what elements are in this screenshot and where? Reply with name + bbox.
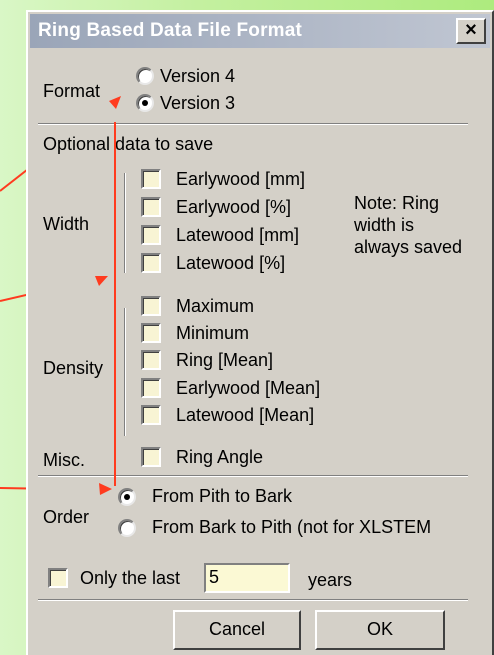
ok-button[interactable]: OK — [315, 610, 445, 650]
dialog-title: Ring Based Data File Format — [38, 20, 303, 41]
checkbox-earlywood-pct[interactable] — [141, 197, 161, 217]
latewood-mm-label[interactable]: Latewood [mm] — [176, 224, 299, 246]
radio-pith-to-bark[interactable] — [118, 488, 136, 506]
radio-version-3-label[interactable]: Version 3 — [160, 92, 235, 114]
earlywood-pct-label[interactable]: Earlywood [%] — [176, 196, 291, 218]
checkbox-maximum[interactable] — [141, 296, 161, 316]
checkbox-latewood-mm[interactable] — [141, 225, 161, 245]
checkbox-earlywood-mean[interactable] — [141, 378, 161, 398]
group-bracket — [124, 173, 126, 273]
density-label: Density — [43, 358, 104, 378]
order-label: Order — [43, 507, 90, 527]
maximum-label[interactable]: Maximum — [176, 295, 254, 317]
width-note-line3: always saved — [354, 237, 463, 257]
only-last-label[interactable]: Only the last — [80, 567, 180, 589]
misc-label: Misc. — [43, 450, 85, 470]
latewood-pct-label[interactable]: Latewood [%] — [176, 252, 285, 274]
separator — [38, 475, 468, 477]
title-bar[interactable]: Ring Based Data File Format × — [30, 14, 490, 48]
separator — [38, 123, 468, 125]
radio-version-4[interactable] — [136, 67, 154, 85]
radio-bark-to-pith-label[interactable]: From Bark to Pith (not for XLSTEM — [152, 516, 492, 538]
earlywood-mm-label[interactable]: Earlywood [mm] — [176, 168, 305, 190]
checkbox-only-last[interactable] — [48, 568, 68, 588]
width-note-line1: Note: Ring — [354, 193, 440, 213]
latewood-mean-label[interactable]: Latewood [Mean] — [176, 404, 314, 426]
radio-bark-to-pith[interactable] — [118, 519, 136, 537]
minimum-label[interactable]: Minimum — [176, 322, 249, 344]
radio-version-4-label[interactable]: Version 4 — [160, 65, 235, 87]
separator — [38, 599, 468, 601]
group-bracket — [124, 308, 126, 436]
format-label: Format — [43, 81, 101, 101]
checkbox-minimum[interactable] — [141, 323, 161, 343]
earlywood-mean-label[interactable]: Earlywood [Mean] — [176, 377, 344, 399]
checkbox-latewood-pct[interactable] — [141, 253, 161, 273]
ring-mean-label[interactable]: Ring [Mean] — [176, 349, 273, 371]
cancel-button[interactable]: Cancel — [173, 610, 301, 650]
radio-version-3[interactable] — [136, 94, 154, 112]
radio-pith-to-bark-label[interactable]: From Pith to Bark — [152, 485, 292, 507]
ring-angle-label[interactable]: Ring Angle — [176, 446, 263, 468]
close-icon: × — [465, 19, 477, 41]
ring-data-format-dialog: Ring Based Data File Format × Format Ver… — [26, 10, 494, 655]
optional-data-heading: Optional data to save — [43, 134, 214, 154]
checkbox-earlywood-mm[interactable] — [141, 169, 161, 189]
width-label: Width — [43, 214, 90, 234]
years-count-input[interactable]: 5 — [204, 563, 290, 593]
checkbox-ring-mean[interactable] — [141, 350, 161, 370]
width-note-line2: width is — [354, 215, 415, 235]
checkbox-latewood-mean[interactable] — [141, 405, 161, 425]
close-button[interactable]: × — [456, 18, 486, 44]
annotation-vertical-line — [114, 122, 116, 486]
years-label: years — [308, 570, 353, 590]
checkbox-ring-angle[interactable] — [141, 447, 161, 467]
